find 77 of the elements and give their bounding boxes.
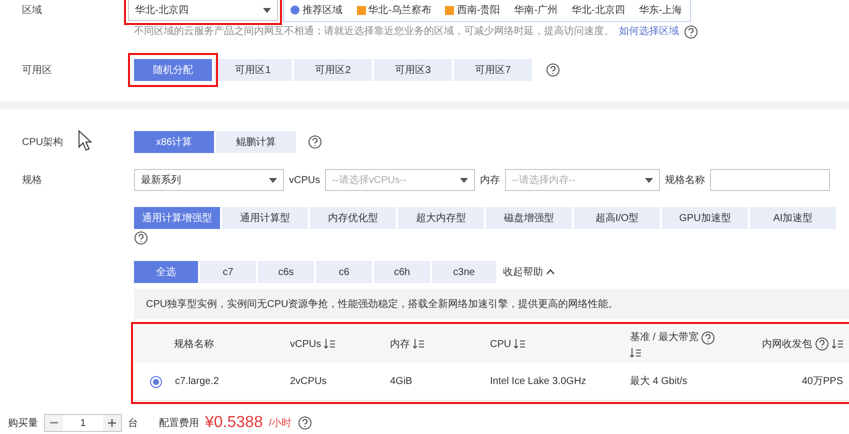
quantity-stepper[interactable]: 1 [44,414,122,432]
sort-icon[interactable] [514,339,526,349]
plus-icon[interactable] [108,419,116,427]
column-header[interactable]: vCPUs [290,336,322,352]
help-link[interactable]: 如何选择区域 [619,24,679,39]
sort-icon[interactable] [630,348,641,358]
column-header[interactable]: 基准 / 最大带宽 [630,330,698,345]
help-icon[interactable] [684,24,698,38]
field-label: 购买量 [8,416,38,430]
option-tab[interactable]: 可用区2 [294,59,372,81]
dropdown-caret-icon [460,178,468,182]
price-value: ¥0.5388 [205,413,263,433]
field-label: 规格名称 [665,174,706,188]
option-tab[interactable]: c6 [316,261,372,283]
sort-icon[interactable] [324,339,336,349]
option-tab[interactable]: 可用区3 [374,59,452,81]
option-tab[interactable]: 随机分配 [134,59,212,81]
field-label: CPU架构 [22,136,64,148]
option-tab[interactable]: AI加速型 [750,207,836,229]
fee-label: 配置费用 [159,416,199,430]
option-tab[interactable]: c6s [258,261,314,283]
option-tab[interactable]: 可用区7 [454,59,532,81]
series-select[interactable]: 最新系列 [134,169,284,191]
option-tab[interactable]: 可用区1 [214,59,292,81]
column-header[interactable]: 内网收发包 [762,336,812,352]
minus-icon[interactable] [50,422,58,424]
flag-icon [445,6,454,14]
help-icon[interactable] [298,416,312,430]
table-cell-text: c7.large.2 [175,375,219,389]
radio-button[interactable] [150,376,162,388]
option-tab[interactable]: c3ne [432,261,496,283]
option-tab[interactable]: 超大内存型 [398,207,484,229]
field-label: 区域 [22,4,42,16]
sort-icon[interactable] [832,339,843,349]
column-header[interactable]: 规格名称 [174,336,214,352]
option-tab[interactable]: 鲲鹏计算 [216,131,296,153]
column-header[interactable]: 内存 [390,336,410,352]
help-icon[interactable] [546,63,560,77]
unit-label: 台 [128,416,138,430]
option-tab[interactable]: c7 [200,261,256,283]
option-tab[interactable]: 通用计算型 [222,207,308,229]
help-icon[interactable] [308,135,322,149]
option-tab[interactable]: GPU加速型 [662,207,748,229]
chevron-up-icon [546,269,554,275]
dropdown-caret-icon [645,178,654,182]
table-cell-text: Intel Ice Lake 3.0GHz [490,375,586,389]
mouse-pointer-icon [78,130,92,152]
field-label: 规格 [22,174,42,186]
dropdown-caret-icon [269,178,277,182]
help-icon[interactable] [134,231,148,245]
hint-text: 不同区域的云服务产品之间内网互不相通；请就近选择靠近您业务的区域，可减少网络时延，提高访问速度。 [134,24,614,39]
collapse-help-link[interactable]: 收起帮助 [503,264,554,280]
info-text: CPU独享型实例，实例间无CPU资源争抢，性能强劲稳定，搭载全新网络加速引擎，提供更高的网络性能。 [134,289,849,319]
option-tab[interactable]: c6h [374,261,430,283]
option-tab[interactable]: 磁盘增强型 [486,207,572,229]
dropdown-caret-icon [263,8,271,12]
recommend-icon [290,5,300,15]
spec-name-input[interactable] [710,169,830,191]
field-label: vCPUs [289,174,320,188]
table-cell-text: 4GiB [390,375,412,389]
table-cell-text: 40万PPS [802,375,843,389]
option-tab[interactable]: x86计算 [134,131,214,153]
option-tab[interactable]: 全选 [134,261,198,283]
option-tab[interactable]: 通用计算增强型 [134,207,220,229]
help-icon[interactable] [700,330,715,344]
price-unit: /小时 [268,416,292,430]
help-icon[interactable] [815,337,829,351]
sort-icon[interactable] [413,339,424,349]
option-tab[interactable]: 超高I/O型 [574,207,660,229]
region-select[interactable]: 华北-北京四 [128,0,278,21]
table-cell-text: 2vCPUs [290,375,327,389]
field-label: 内存 [480,174,500,188]
flag-icon [356,6,366,14]
column-header[interactable]: CPU [490,336,512,352]
table-cell-text: 最大 4 Gbit/s [630,374,688,389]
option-tab[interactable]: 内存优化型 [310,207,396,229]
field-label: 可用区 [22,64,52,76]
